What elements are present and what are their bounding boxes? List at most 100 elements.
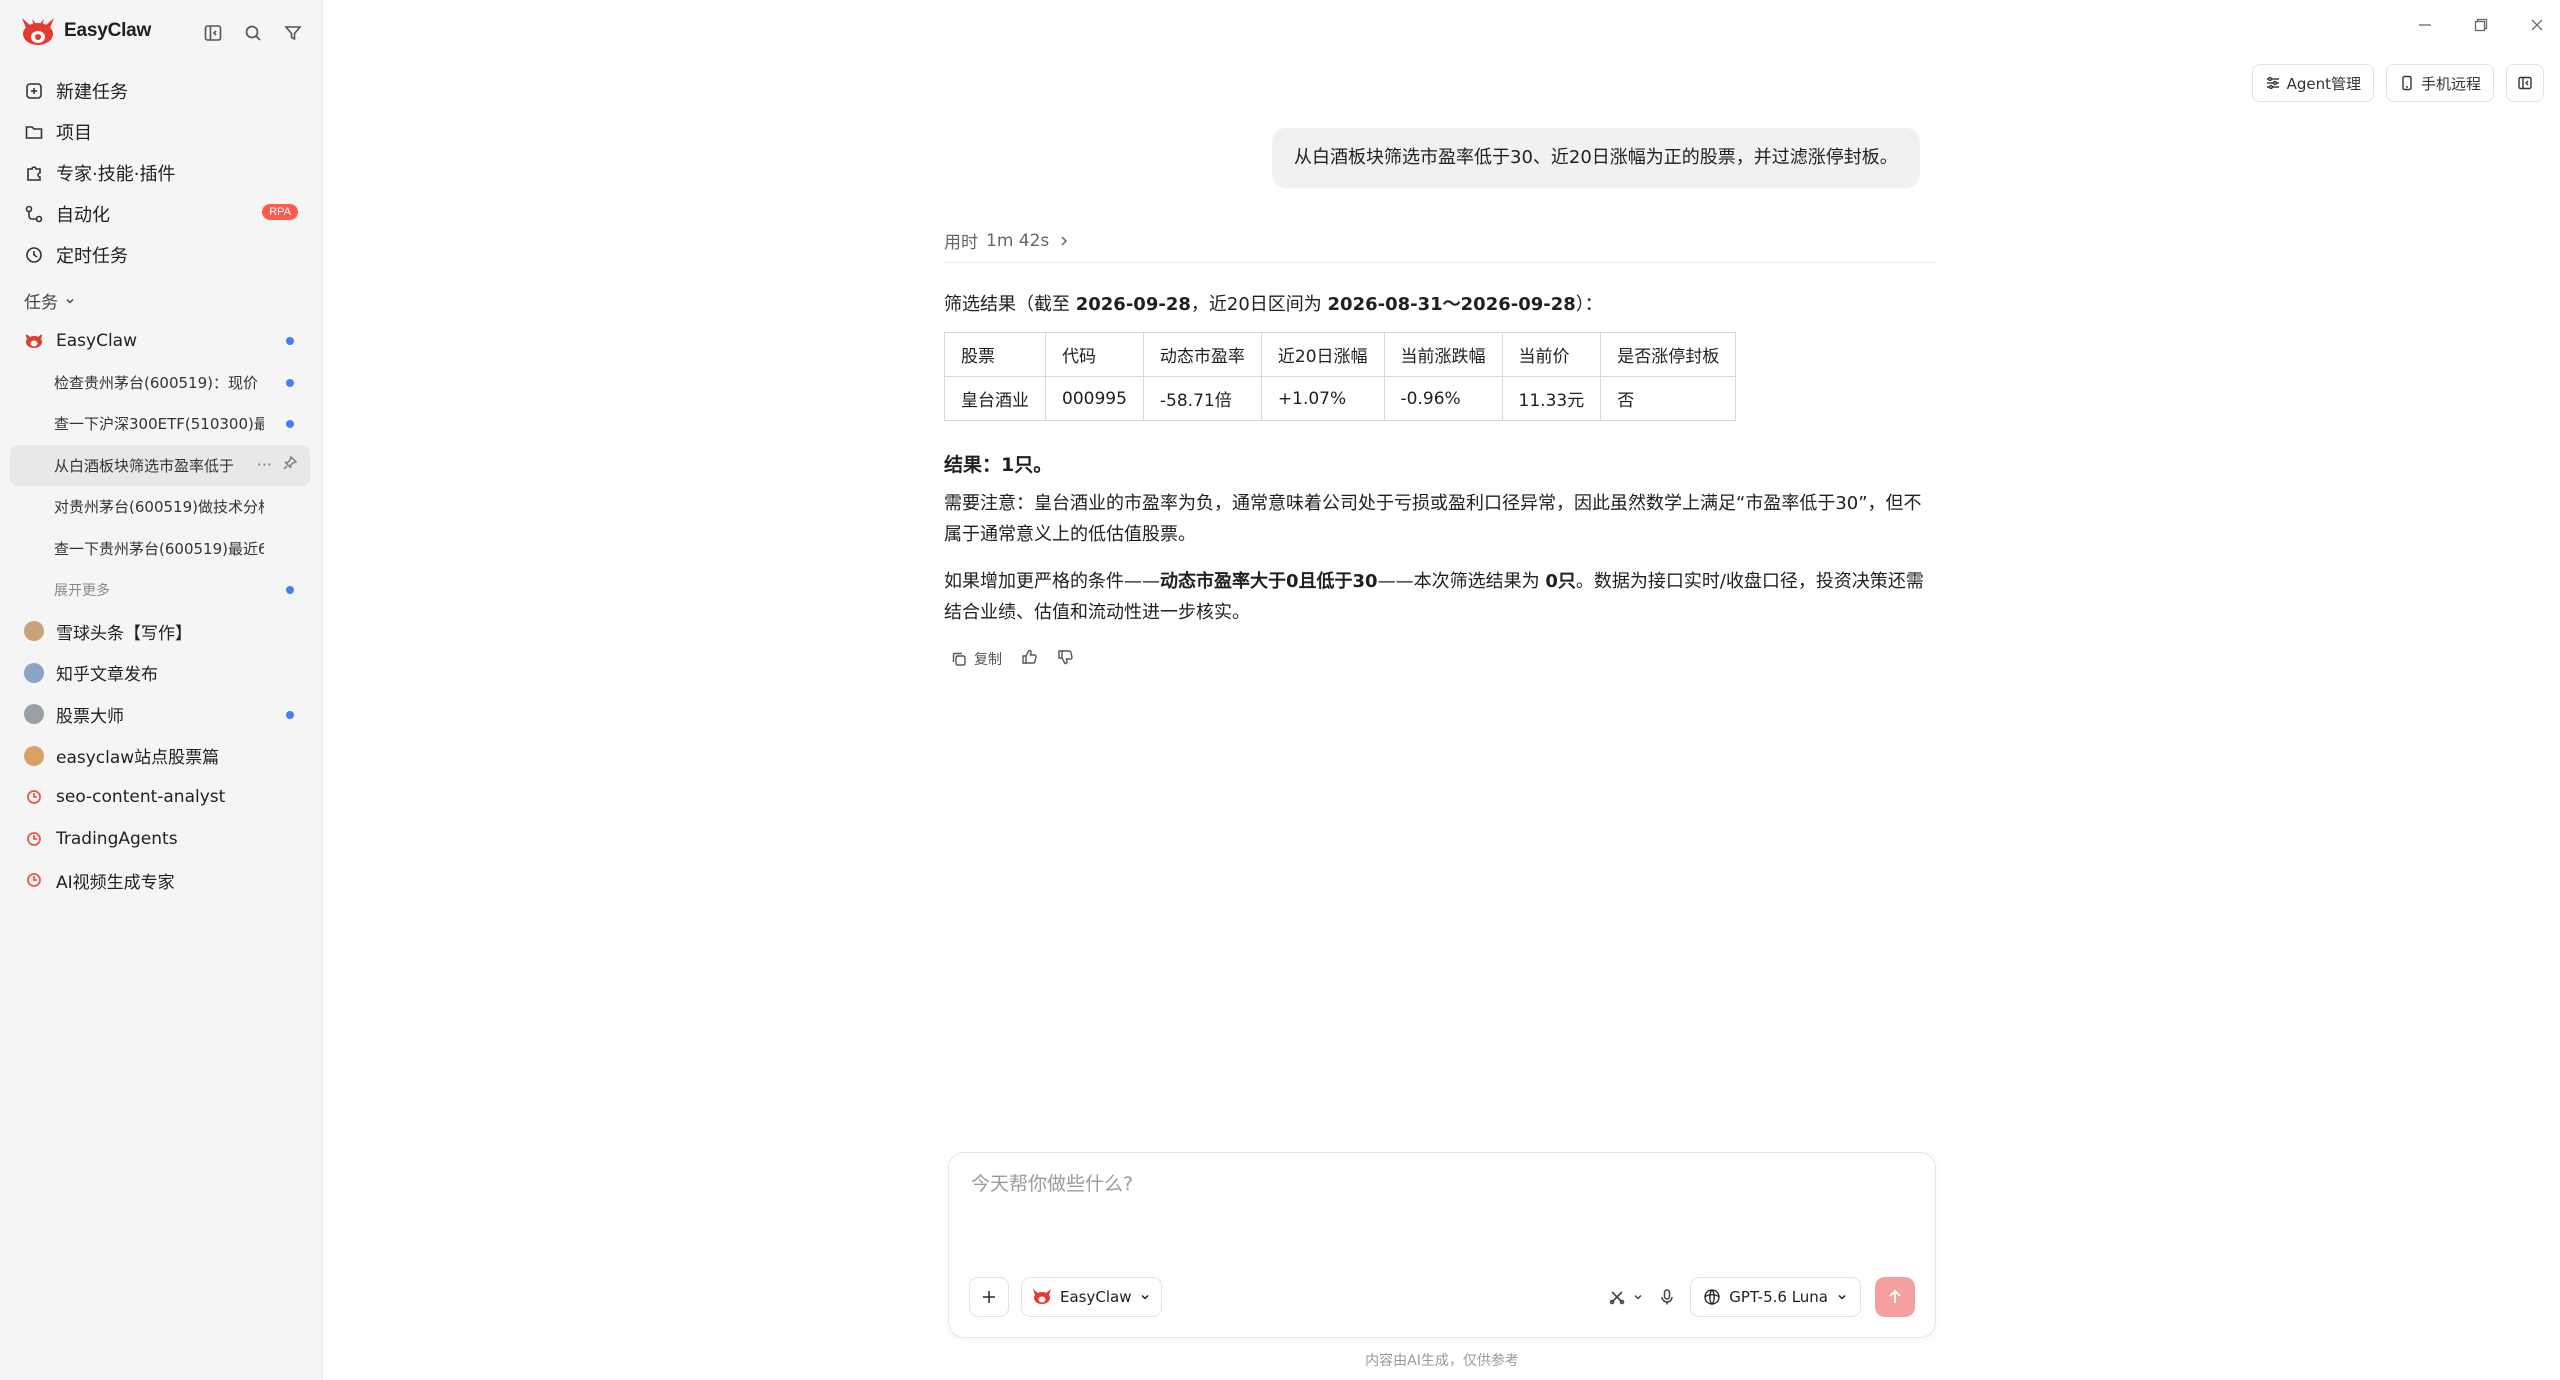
table-header: 是否涨停封板 [1600, 332, 1737, 377]
nav-label: 自动化 [56, 204, 110, 226]
avatar [24, 662, 44, 683]
table-header: 当前价 [1501, 332, 1602, 377]
result-count: 结果：1只。 [944, 454, 1053, 476]
voice-input-button[interactable] [1658, 1277, 1676, 1317]
unread-dot [286, 378, 294, 387]
task-label: 查一下贵州茅台(600519)最近60个 [54, 539, 264, 558]
agent-manage-label: Agent管理 [2286, 74, 2361, 93]
strict-mid: ——本次筛选结果为 [1377, 571, 1546, 592]
copy-button[interactable]: 复制 [950, 649, 1002, 669]
minimize-icon[interactable] [2412, 12, 2438, 38]
easyclaw-avatar-icon [1033, 1289, 1051, 1304]
task-label: TradingAgents [56, 828, 178, 849]
skill-link-icon [27, 873, 41, 888]
model-selector-label: GPT-5.6 Luna [1729, 1288, 1828, 1306]
agent-selector-label: EasyClaw [1060, 1288, 1132, 1306]
task-agent[interactable]: seo-content-analyst [10, 777, 310, 819]
prompt-input[interactable] [971, 1173, 1871, 1195]
task-item-active[interactable]: 从白酒板块筛选市盈率低于 ··· [10, 444, 310, 486]
result-heading: 筛选结果（截至 2026-09-28，近20日区间为 2026-08-31～20… [944, 290, 1603, 316]
filter-icon[interactable] [280, 20, 306, 46]
unread-dot [286, 420, 294, 428]
panel-toggle-button[interactable] [2506, 64, 2544, 102]
sidebar-toggle-icon[interactable] [200, 20, 226, 46]
elapsed-value: 1m 42s [986, 230, 1050, 251]
table-header: 代码 [1045, 332, 1144, 377]
task-label: 股票大师 [56, 706, 124, 727]
chevron-down-icon [1141, 1294, 1149, 1300]
nav-label: 项目 [56, 122, 92, 144]
task-agent[interactable]: easyclaw站点股票篇 [10, 735, 310, 777]
nav-new-task[interactable]: 新建任务 [10, 70, 310, 111]
agent-selector[interactable]: EasyClaw [1021, 1277, 1163, 1317]
nav-experts-skills-plugins[interactable]: 专家·技能·插件 [10, 152, 310, 193]
strict-condition-note: 如果增加更严格的条件——动态市盈率大于0且低于30——本次筛选结果为 0只。数据… [944, 566, 1936, 628]
restore-icon[interactable] [2468, 12, 2494, 38]
composer: EasyClaw GPT-5.6 Luna [948, 1152, 1936, 1338]
chevron-down-icon [1838, 1294, 1846, 1300]
search-icon[interactable] [240, 20, 266, 46]
nav-projects[interactable]: 项目 [10, 111, 310, 152]
arrow-up-icon [1889, 1289, 1901, 1303]
task-row-actions: ··· [257, 455, 298, 474]
result-head-prefix: 筛选结果（截至 [944, 294, 1076, 315]
elapsed-toggle[interactable]: 用时 1m 42s [944, 228, 1071, 253]
task-agent-easyclaw[interactable]: EasyClaw [10, 320, 310, 362]
pin-icon[interactable] [282, 455, 298, 471]
show-more-link[interactable]: 展开更多 [10, 569, 310, 611]
nav-automation[interactable]: 自动化 RPA [10, 193, 310, 234]
composer-right-tools: GPT-5.6 Luna [1608, 1277, 1915, 1317]
task-agent[interactable]: AI视频生成专家 [10, 860, 310, 902]
nav-scheduled-tasks[interactable]: 定时任务 [10, 234, 310, 275]
add-attachment-button[interactable] [969, 1277, 1009, 1317]
phone-icon [2402, 75, 2412, 91]
task-label: 从白酒板块筛选市盈率低于 [54, 456, 235, 475]
close-icon[interactable] [2524, 12, 2550, 38]
automation-icon [25, 205, 43, 222]
task-item[interactable]: 查一下沪深300ETF(510300)最 [10, 403, 310, 445]
table-header: 动态市盈率 [1142, 332, 1262, 377]
brand-tools [200, 20, 306, 46]
strict-count: 0只 [1545, 571, 1576, 592]
thumbs-down-icon[interactable] [1056, 648, 1074, 670]
result-head-suffix: ）： [1575, 294, 1603, 315]
task-agent[interactable]: 雪球头条【写作】 [10, 611, 310, 653]
task-label: 展开更多 [54, 582, 110, 599]
window-controls [2412, 12, 2550, 38]
result-head-mid: ，近20日区间为 [1190, 294, 1328, 315]
result-note: 需要注意：皇台酒业的市盈率为负，通常意味着公司处于亏损或盈利口径异常，因此虽然数… [944, 493, 1922, 545]
user-message: 从白酒板块筛选市盈率低于30、近20日涨幅为正的股票，并过滤涨停封板。 [1272, 128, 1920, 188]
task-label: 检查贵州茅台(600519)：现价 [54, 373, 258, 392]
table-header: 近20日涨幅 [1260, 332, 1385, 377]
thumbs-up-icon[interactable] [1020, 648, 1038, 670]
main-nav: 新建任务 项目 专家·技能·插件 自动化 RPA 定时任务 [10, 70, 310, 275]
tasks-section-toggle[interactable]: 任务 [24, 288, 76, 313]
strict-prefix: 如果增加更严格的条件—— [944, 571, 1160, 592]
sliders-icon [2266, 76, 2279, 90]
mobile-remote-button[interactable]: 手机远程 [2385, 64, 2494, 102]
mobile-remote-label: 手机远程 [2420, 74, 2481, 93]
task-agent[interactable]: 股票大师 [10, 694, 310, 736]
table-cell: +1.07% [1260, 376, 1385, 421]
model-selector[interactable]: GPT-5.6 Luna [1690, 1277, 1861, 1317]
table-cell: 否 [1600, 376, 1737, 421]
task-label: 查一下沪深300ETF(510300)最 [54, 415, 264, 434]
agent-manage-button[interactable]: Agent管理 [2251, 64, 2374, 102]
task-label: 知乎文章发布 [56, 665, 158, 686]
brand[interactable]: EasyClaw [20, 16, 151, 46]
task-item[interactable]: 查一下贵州茅台(600519)最近60个 [10, 528, 310, 570]
ai-disclaimer: 内容由AI生成，仅供参考 [1365, 1353, 1519, 1369]
task-agent[interactable]: TradingAgents [10, 818, 310, 860]
task-item[interactable]: 检查贵州茅台(600519)：现价 [10, 362, 310, 404]
folder-icon [25, 125, 43, 139]
send-button[interactable] [1875, 1277, 1915, 1317]
more-actions-icon[interactable]: ··· [257, 455, 272, 474]
task-agent[interactable]: 知乎文章发布 [10, 652, 310, 694]
result-date: 2026-09-28 [1075, 294, 1191, 315]
tools-toggle[interactable] [1608, 1277, 1644, 1317]
task-item[interactable]: 对贵州茅台(600519)做技术分析 [10, 486, 310, 528]
avatar [24, 704, 44, 725]
model-icon [1704, 1289, 1720, 1305]
nav-label: 专家·技能·插件 [56, 163, 176, 185]
strict-condition: 动态市盈率大于0且低于30 [1160, 571, 1378, 592]
